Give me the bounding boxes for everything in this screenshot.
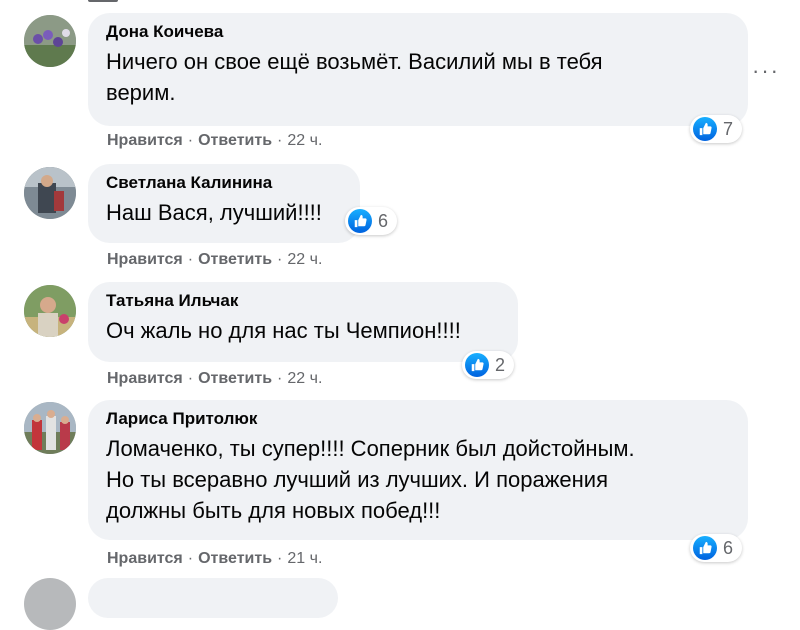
avatar[interactable] bbox=[24, 578, 76, 630]
reaction-summary[interactable]: 6 bbox=[345, 207, 397, 235]
reaction-summary[interactable]: 7 bbox=[690, 115, 742, 143]
reaction-count: 2 bbox=[495, 354, 506, 375]
comment-text-line: Оч жаль но для нас ты Чемпион!!!! bbox=[106, 318, 461, 343]
comment-text-line: Наш Вася, лучший!!!! bbox=[106, 200, 322, 225]
separator: · bbox=[277, 550, 283, 567]
separator: · bbox=[277, 132, 283, 149]
comment-bubble: Светлана Калинина Наш Вася, лучший!!!! bbox=[88, 164, 360, 243]
comment-timestamp[interactable]: 22 ч. bbox=[287, 132, 322, 150]
comment-bubble bbox=[88, 578, 338, 618]
previous-content-edge bbox=[88, 0, 118, 2]
like-icon bbox=[693, 117, 717, 141]
like-icon bbox=[348, 209, 372, 233]
separator: · bbox=[187, 370, 194, 387]
reaction-count: 7 bbox=[723, 118, 734, 139]
comment-bubble: Лариса Притолюк Ломаченко, ты супер!!!! … bbox=[88, 400, 748, 540]
reaction-count: 6 bbox=[378, 210, 389, 231]
comment-timestamp[interactable]: 22 ч. bbox=[287, 251, 322, 269]
reply-link[interactable]: Ответить bbox=[198, 132, 272, 150]
comment-text-line: Ломаченко, ты супер!!!! Соперник был дой… bbox=[106, 436, 635, 461]
comment-actions: Нравится · Ответить · 22 ч. bbox=[107, 370, 322, 388]
comment-actions: Нравится · Ответить · 22 ч. bbox=[107, 132, 322, 150]
comment-timestamp[interactable]: 22 ч. bbox=[287, 370, 322, 388]
comment-bubble: Татьяна Ильчак Оч жаль но для нас ты Чем… bbox=[88, 282, 518, 362]
comment-author[interactable]: Дона Коичева bbox=[106, 22, 730, 42]
separator: · bbox=[187, 132, 194, 149]
comment-text-line: Но ты всеравно лучший из лучших. И пораж… bbox=[106, 467, 609, 492]
reply-link[interactable]: Ответить bbox=[198, 251, 272, 269]
like-link[interactable]: Нравится bbox=[107, 550, 183, 568]
avatar[interactable] bbox=[24, 402, 76, 454]
avatar-photo bbox=[24, 285, 76, 337]
reaction-summary[interactable]: 6 bbox=[690, 534, 742, 562]
separator: · bbox=[187, 550, 194, 567]
reaction-summary[interactable]: 2 bbox=[462, 351, 514, 379]
separator: · bbox=[277, 370, 283, 387]
avatar-photo bbox=[24, 167, 76, 219]
comment-author[interactable]: Лариса Притолюк bbox=[106, 409, 730, 429]
comment-author[interactable]: Светлана Калинина bbox=[106, 173, 342, 193]
separator: · bbox=[187, 251, 194, 268]
like-link[interactable]: Нравится bbox=[107, 370, 183, 388]
like-link[interactable]: Нравится bbox=[107, 251, 183, 269]
avatar[interactable] bbox=[24, 15, 76, 67]
avatar-photo bbox=[24, 402, 76, 454]
comment-actions: Нравится · Ответить · 21 ч. bbox=[107, 550, 322, 568]
comment-text-line: должны быть для новых побед!!! bbox=[106, 498, 441, 523]
like-icon bbox=[693, 536, 717, 560]
comment-author[interactable]: Татьяна Ильчак bbox=[106, 291, 500, 311]
comment-timestamp[interactable]: 21 ч. bbox=[287, 550, 322, 568]
avatar-photo bbox=[24, 15, 76, 67]
avatar[interactable] bbox=[24, 167, 76, 219]
reaction-count: 6 bbox=[723, 537, 734, 558]
more-options-icon[interactable]: ··· bbox=[752, 58, 780, 84]
like-link[interactable]: Нравится bbox=[107, 132, 183, 150]
like-icon bbox=[465, 353, 489, 377]
comment-text-line: верим. bbox=[106, 80, 176, 105]
comment-text-line: Ничего он свое ещё возьмёт. Василий мы в… bbox=[106, 49, 603, 74]
avatar[interactable] bbox=[24, 285, 76, 337]
separator: · bbox=[277, 251, 283, 268]
comment-bubble: Дона Коичева Ничего он свое ещё возьмёт.… bbox=[88, 13, 748, 126]
comment-actions: Нравится · Ответить · 22 ч. bbox=[107, 251, 322, 269]
reply-link[interactable]: Ответить bbox=[198, 550, 272, 568]
reply-link[interactable]: Ответить bbox=[198, 370, 272, 388]
